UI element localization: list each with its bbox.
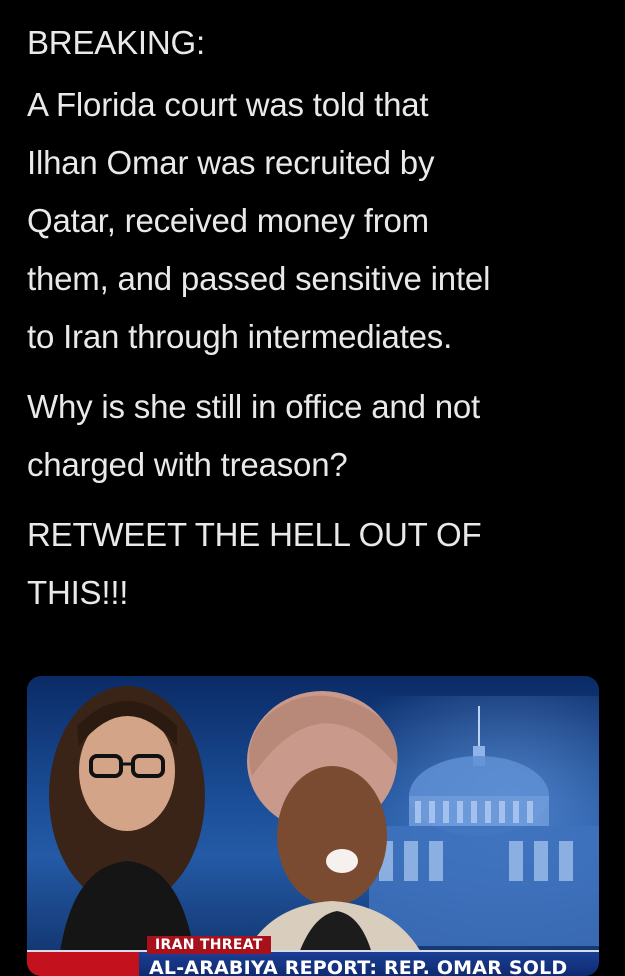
- tweet-paragraph-breaking: BREAKING:: [27, 24, 205, 61]
- tweet-paragraph-retweet-call: RETWEET THE HELL OUT OF THIS!!!: [27, 516, 482, 611]
- channel-logo-block: [27, 952, 139, 976]
- tweet-paragraph-question: Why is she still in office and not charg…: [27, 388, 480, 483]
- tweet-paragraph-claim: A Florida court was told that Ilhan Omar…: [27, 86, 491, 355]
- chyron-topic-tag: IRAN THREAT: [147, 936, 271, 954]
- news-chyron: IRAN THREAT AL-ARABIYA REPORT: REP. OMAR…: [27, 924, 599, 976]
- chyron-headline-text: AL-ARABIYA REPORT: REP. OMAR SOLD: [149, 957, 568, 976]
- tweet-media-image[interactable]: IRAN THREAT AL-ARABIYA REPORT: REP. OMAR…: [27, 676, 599, 976]
- tweet-body: BREAKING: A Florida court was told that …: [27, 14, 612, 634]
